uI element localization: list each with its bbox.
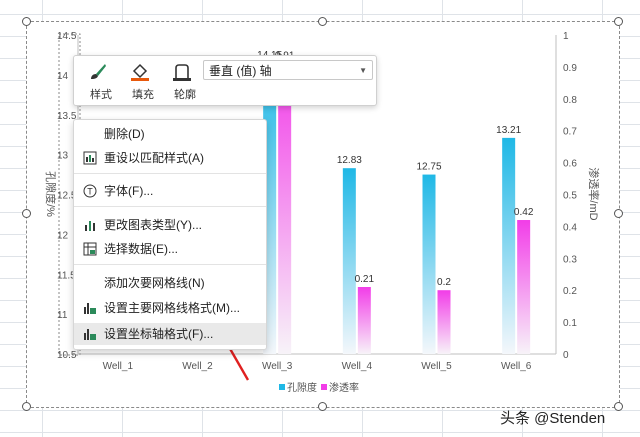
right-tick-label: 1 xyxy=(563,31,569,42)
outline-label: 轮廓 xyxy=(174,89,196,101)
font-icon: T xyxy=(83,184,97,198)
bar-permeability[interactable] xyxy=(437,290,451,354)
right-tick-label: 0.7 xyxy=(563,127,577,138)
style-label: 样式 xyxy=(90,89,112,101)
legend-label-porosity: 孔隙度 xyxy=(287,381,317,394)
bar-permeability[interactable] xyxy=(357,287,371,354)
category-label: Well_6 xyxy=(501,361,532,372)
outline-button[interactable]: 轮廓 xyxy=(162,58,200,102)
category-label: Well_5 xyxy=(421,361,452,372)
left-tick-label: 13 xyxy=(57,151,69,162)
axis-format-icon xyxy=(84,329,96,340)
menu-item-change-chart-type[interactable]: 更改图表类型(Y)... xyxy=(74,214,266,236)
menu-item-label: 删除(D) xyxy=(104,127,145,141)
category-label: Well_2 xyxy=(182,361,213,372)
menu-separator xyxy=(74,264,266,265)
reset-style-icon xyxy=(83,151,97,165)
category-label: Well_3 xyxy=(262,361,293,372)
chart-element-select[interactable]: 垂直 (值) 轴 ▼ xyxy=(203,60,373,80)
menu-item-add-minor-gridlines[interactable]: 添加次要网格线(N) xyxy=(74,272,266,294)
bar-permeability[interactable] xyxy=(278,63,292,355)
category-label: Well_4 xyxy=(342,361,373,372)
right-tick-label: 0.1 xyxy=(563,318,577,329)
menu-item-label: 重设以匹配样式(A) xyxy=(104,151,204,165)
bar-porosity[interactable] xyxy=(502,137,516,354)
style-button[interactable]: 样式 xyxy=(78,58,116,102)
watermark: 头条 @Stenden xyxy=(500,410,606,427)
left-tick-label: 14 xyxy=(57,71,69,82)
menu-item-label: 设置主要网格线格式(M)... xyxy=(104,301,240,315)
menu-separator xyxy=(74,173,266,174)
menu-item-select-data[interactable]: 选择数据(E)... xyxy=(74,238,266,260)
chevron-down-icon: ▼ xyxy=(359,66,367,75)
chart-element-value: 垂直 (值) 轴 xyxy=(209,64,272,78)
menu-item-reset-style[interactable]: 重设以匹配样式(A) xyxy=(74,147,266,169)
legend-swatch-porosity xyxy=(279,384,285,390)
left-axis-title: 孔隙度/% xyxy=(44,171,58,217)
select-data-icon xyxy=(83,242,97,256)
right-tick-label: 0.5 xyxy=(563,191,577,202)
right-tick-label: 0.3 xyxy=(563,254,577,265)
fill-button[interactable]: 填充 xyxy=(120,58,158,102)
svg-text:T: T xyxy=(87,187,93,197)
menu-item-font[interactable]: T 字体(F)... xyxy=(74,180,266,202)
bar-porosity[interactable] xyxy=(342,168,356,354)
outline-icon xyxy=(173,64,191,81)
bar-porosity[interactable] xyxy=(422,174,436,354)
menu-separator xyxy=(74,206,266,207)
paint-bucket-icon xyxy=(131,63,149,81)
menu-item-delete[interactable]: 删除(D) xyxy=(74,123,266,145)
right-tick-label: 0.6 xyxy=(563,159,577,170)
chart-format-toolbar: 样式 填充 轮廓 垂直 (值) 轴 ▼ xyxy=(73,55,377,106)
data-label-porosity: 12.83 xyxy=(337,155,362,166)
fill-label: 填充 xyxy=(132,89,154,101)
chart-type-icon xyxy=(85,221,95,231)
data-label-porosity: 12.75 xyxy=(416,162,441,173)
menu-item-format-major-gridlines[interactable]: 设置主要网格线格式(M)... xyxy=(74,297,266,319)
right-axis-title: 渗透率/mD xyxy=(587,167,601,220)
menu-item-label: 字体(F)... xyxy=(104,184,154,198)
right-tick-label: 0.4 xyxy=(563,222,577,233)
bar-permeability[interactable] xyxy=(517,220,531,354)
data-label-permeability: 0.21 xyxy=(355,274,375,285)
data-label-permeability: 0.42 xyxy=(514,207,534,218)
data-label-permeability: 0.2 xyxy=(437,277,451,288)
right-tick-label: 0.8 xyxy=(563,95,577,106)
left-tick-label: 14.5 xyxy=(57,31,77,42)
category-label: Well_1 xyxy=(103,361,134,372)
menu-item-format-axis[interactable]: 设置坐标轴格式(F)... xyxy=(74,323,266,345)
data-label-porosity: 13.21 xyxy=(496,125,521,136)
left-tick-label: 12 xyxy=(57,230,69,241)
menu-item-label: 设置坐标轴格式(F)... xyxy=(104,327,214,341)
menu-item-label: 选择数据(E)... xyxy=(104,242,178,256)
right-tick-label: 0.2 xyxy=(563,286,577,297)
legend-swatch-permeability xyxy=(321,384,327,390)
left-tick-label: 11 xyxy=(57,310,68,321)
left-tick-label: 10.5 xyxy=(57,350,77,361)
right-tick-label: 0.9 xyxy=(563,63,577,74)
legend-label-permeability: 渗透率 xyxy=(329,381,359,394)
context-menu: 删除(D) 重设以匹配样式(A) T 字体(F)... 更改图表类型(Y)...… xyxy=(73,119,267,350)
menu-item-label: 添加次要网格线(N) xyxy=(104,276,205,290)
menu-item-label: 更改图表类型(Y)... xyxy=(104,218,202,232)
gridline-format-icon xyxy=(84,303,96,314)
brush-icon xyxy=(91,64,106,79)
right-tick-label: 0 xyxy=(563,350,569,361)
